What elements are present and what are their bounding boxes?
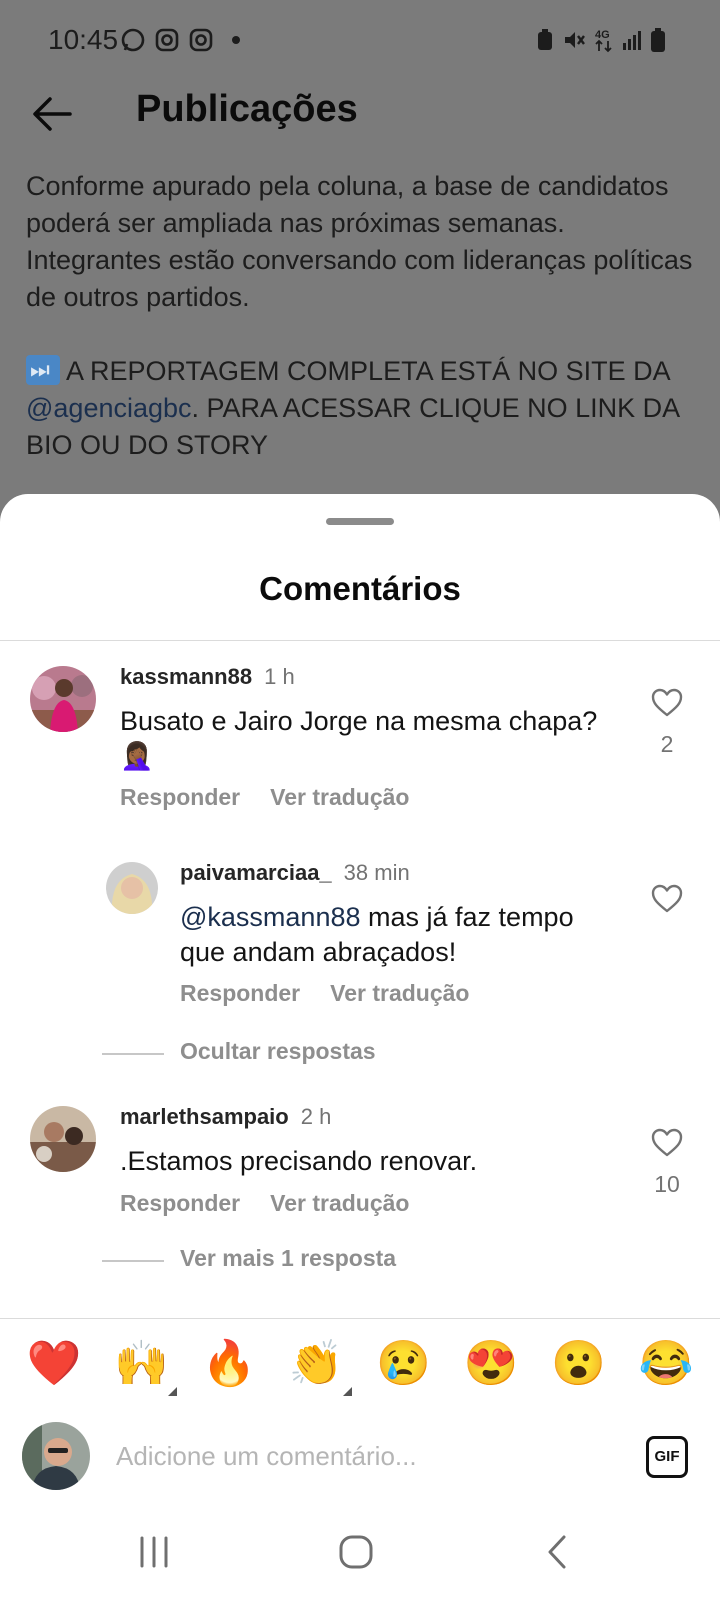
- chevron-left-icon[interactable]: [538, 1532, 578, 1572]
- comment-author: marlethsampaio 2 h: [120, 1104, 331, 1130]
- emoji-fire-button[interactable]: 🔥: [199, 1334, 259, 1394]
- comment-text: Busato e Jairo Jorge na mesma chapa? 🤦🏾‍…: [120, 706, 598, 771]
- comment-time: 1 h: [264, 664, 295, 689]
- mention-link[interactable]: @kassmann88: [180, 902, 361, 932]
- comment-actions: Responder Ver tradução: [120, 1190, 409, 1217]
- emoji-heart-eyes-button[interactable]: 😍: [461, 1334, 521, 1394]
- emoji-crying-button[interactable]: 😢: [374, 1334, 434, 1394]
- username-link[interactable]: kassmann88: [120, 664, 252, 689]
- emoji-raising-hands-button[interactable]: 🙌: [111, 1334, 178, 1396]
- battery-saver-icon: [538, 29, 552, 50]
- skin-tone-indicator-icon: [168, 1387, 178, 1396]
- comment-author: kassmann88 1 h: [120, 664, 295, 690]
- emoji-clapping-button[interactable]: 👏: [286, 1334, 353, 1396]
- signal-icon: [623, 31, 641, 50]
- status-time: 10:45: [48, 24, 119, 55]
- translate-button[interactable]: Ver tradução: [270, 1190, 409, 1217]
- caption-text: A REPORTAGEM COMPLETA ESTÁ NO SITE DA: [66, 356, 670, 386]
- comment-time: 2 h: [300, 1104, 332, 1129]
- system-icons: 4G: [536, 27, 666, 53]
- sheet-title: Comentários: [259, 570, 461, 607]
- instagram-icon: [189, 28, 213, 52]
- emoji-glyph: 👏: [288, 1339, 344, 1388]
- caption-paragraph: Conforme apurado pela coluna, a base de …: [26, 171, 693, 312]
- heart-outline-icon[interactable]: [651, 688, 683, 718]
- comment-actions: Responder Ver tradução: [180, 980, 469, 1007]
- system-nav-bar: [0, 1504, 720, 1600]
- emoji-laughing-button[interactable]: 😂: [636, 1334, 696, 1394]
- gif-button[interactable]: GIF: [646, 1436, 688, 1478]
- comment-text: @kassmann88 mas já faz tempo que andam a…: [180, 900, 620, 970]
- post-caption: Conforme apurado pela coluna, a base de …: [26, 168, 706, 501]
- heart-outline-icon[interactable]: [651, 884, 683, 914]
- battery-icon: [651, 28, 665, 52]
- skin-tone-indicator-icon: [343, 1387, 353, 1396]
- thread-line: [102, 1053, 164, 1055]
- reply-button[interactable]: Responder: [120, 784, 240, 811]
- view-more-replies-button[interactable]: Ver mais 1 resposta: [180, 1245, 396, 1272]
- reply-button[interactable]: Responder: [180, 980, 300, 1007]
- status-bar: 10:45 4G: [0, 0, 720, 80]
- translate-button[interactable]: Ver tradução: [270, 784, 409, 811]
- hide-replies-button[interactable]: Ocultar respostas: [180, 1038, 376, 1065]
- like-button[interactable]: 2: [647, 688, 687, 758]
- comment-author: paivamarciaa_ 38 min: [180, 860, 410, 886]
- recent-apps-icon[interactable]: [134, 1532, 174, 1572]
- emoji-glyph: 🙌: [114, 1339, 169, 1388]
- 4g-icon: 4G: [595, 29, 612, 53]
- arrow-left-icon[interactable]: [30, 94, 74, 134]
- emoji-surprised-button[interactable]: 😮: [549, 1334, 609, 1394]
- comment-text: .Estamos precisando renovar.: [120, 1146, 478, 1176]
- divider: [0, 640, 720, 641]
- mention-link[interactable]: @agenciagbc: [26, 393, 192, 423]
- like-button[interactable]: [647, 884, 687, 919]
- avatar: [22, 1422, 90, 1490]
- mute-icon: [565, 32, 585, 48]
- next-track-icon: [26, 355, 60, 385]
- whatsapp-icon: [121, 28, 145, 52]
- heart-outline-icon[interactable]: [651, 1128, 683, 1158]
- comment-time: 38 min: [343, 860, 410, 885]
- comments-sheet: Comentários kassmann88 1 h Busato e Jairo…: [0, 494, 720, 1600]
- instagram-icon: [155, 28, 179, 52]
- thread-line: [102, 1260, 164, 1262]
- username-link[interactable]: paivamarciaa_: [180, 860, 332, 885]
- caption-paragraph-link: A REPORTAGEM COMPLETA ESTÁ NO SITE DA @a…: [26, 353, 706, 464]
- reply-button[interactable]: Responder: [120, 1190, 240, 1217]
- comment-item: kassmann88 1 h Busato e Jairo Jorge na me…: [0, 660, 720, 820]
- username-link[interactable]: marlethsampaio: [120, 1104, 289, 1129]
- like-count: 10: [654, 1171, 680, 1197]
- page-title: Publicações: [136, 88, 358, 130]
- emoji-heart-button[interactable]: ❤️: [24, 1334, 84, 1394]
- like-count: 2: [660, 731, 674, 757]
- home-icon[interactable]: [336, 1532, 376, 1572]
- divider: [0, 1318, 720, 1319]
- svg-text:4G: 4G: [595, 29, 610, 41]
- top-bar: Publicações: [0, 80, 720, 150]
- emoji-quick-bar: ❤️ 🙌 🔥 👏 😢 😍 😮 😂: [24, 1324, 696, 1404]
- translate-button[interactable]: Ver tradução: [330, 980, 469, 1007]
- comment-actions: Responder Ver tradução: [120, 784, 409, 811]
- drag-handle[interactable]: [326, 518, 394, 525]
- comment-composer: GIF: [0, 1412, 720, 1508]
- more-notifications-icon: [232, 36, 240, 44]
- comment-input[interactable]: [116, 1428, 596, 1484]
- reply-item: paivamarciaa_ 38 min @kassmann88 mas já f…: [0, 856, 720, 1016]
- like-button[interactable]: 10: [647, 1128, 687, 1198]
- notification-icons: [120, 27, 240, 53]
- avatar[interactable]: [30, 666, 96, 732]
- comment-item: marlethsampaio 2 h .Estamos precisando re…: [0, 1100, 720, 1240]
- avatar[interactable]: [106, 862, 158, 914]
- avatar[interactable]: [30, 1106, 96, 1172]
